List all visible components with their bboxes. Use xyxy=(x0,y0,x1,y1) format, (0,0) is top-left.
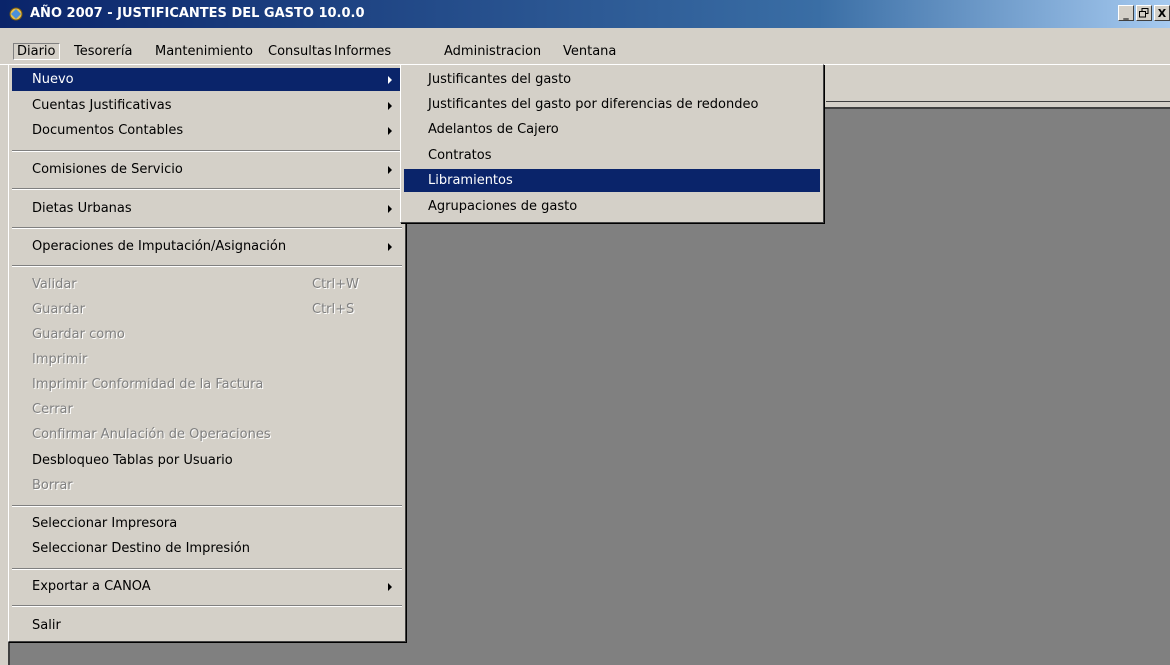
menu-item-label: Imprimir xyxy=(32,352,88,367)
submenu-arrow-icon xyxy=(388,102,392,110)
menu-item-confirmar-anulacion[interactable]: Confirmar Anulación de Operaciones xyxy=(12,423,402,446)
menu-bar: Diario Tesorería Mantenimiento Consultas… xyxy=(0,28,1170,65)
menu-item-label: Guardar xyxy=(32,302,85,317)
menu-item-documentos-contables[interactable]: Documentos Contables xyxy=(12,119,402,142)
menu-item-validar[interactable]: Validar Ctrl+W xyxy=(12,273,402,296)
submenu-arrow-icon xyxy=(388,583,392,591)
shortcut-label: Ctrl+S xyxy=(312,302,355,317)
title-bar: AÑO 2007 - JUSTIFICANTES DEL GASTO 10.0.… xyxy=(0,0,1170,28)
menu-item-exportar-canoa[interactable]: Exportar a CANOA xyxy=(12,575,402,598)
menu-item-label: Cuentas Justificativas xyxy=(32,98,172,113)
menu-diario[interactable]: Diario xyxy=(13,43,60,60)
menu-consultas[interactable]: Consultas xyxy=(264,43,336,60)
restore-icon xyxy=(1139,8,1149,18)
menu-item-imprimir-conformidad[interactable]: Imprimir Conformidad de la Factura xyxy=(12,373,402,396)
menu-item-label: Confirmar Anulación de Operaciones xyxy=(32,427,271,442)
menu-item-label: Borrar xyxy=(32,478,73,493)
shortcut-label: Ctrl+W xyxy=(312,277,359,292)
menu-separator xyxy=(12,505,402,507)
menu-item-label: Cerrar xyxy=(32,402,73,417)
submenu-arrow-icon xyxy=(388,127,392,135)
menu-separator xyxy=(12,150,402,152)
menu-item-label: Seleccionar Destino de Impresión xyxy=(32,541,250,556)
menu-item-label: Nuevo xyxy=(32,72,74,87)
menu-item-desbloqueo-tablas[interactable]: Desbloqueo Tablas por Usuario xyxy=(12,449,402,472)
submenu-item-libramientos[interactable]: Libramientos xyxy=(404,169,820,192)
window-controls: _ X xyxy=(1118,5,1170,23)
menu-item-seleccionar-destino[interactable]: Seleccionar Destino de Impresión xyxy=(12,537,402,560)
submenu-item-agrupaciones[interactable]: Agrupaciones de gasto xyxy=(404,195,820,218)
menu-item-label: Seleccionar Impresora xyxy=(32,516,178,531)
menu-item-dietas-urbanas[interactable]: Dietas Urbanas xyxy=(12,197,402,220)
menu-separator xyxy=(12,605,402,607)
menu-tesoreria[interactable]: Tesorería xyxy=(70,43,136,60)
submenu-arrow-icon xyxy=(388,166,392,174)
window-title: AÑO 2007 - JUSTIFICANTES DEL GASTO 10.0.… xyxy=(30,6,365,21)
menu-item-guardar[interactable]: Guardar Ctrl+S xyxy=(12,298,402,321)
nuevo-submenu: Justificantes del gasto Justificantes de… xyxy=(400,64,824,223)
menu-item-cuentas-justificativas[interactable]: Cuentas Justificativas xyxy=(12,94,402,117)
menu-separator xyxy=(12,227,402,229)
submenu-item-contratos[interactable]: Contratos xyxy=(404,144,820,167)
menu-item-operaciones-imputacion[interactable]: Operaciones de Imputación/Asignación xyxy=(12,235,402,258)
submenu-item-justificantes[interactable]: Justificantes del gasto xyxy=(404,68,820,91)
menu-informes[interactable]: Informes xyxy=(330,43,395,60)
submenu-item-justificantes-redondeo[interactable]: Justificantes del gasto por diferencias … xyxy=(404,93,820,116)
menu-separator xyxy=(12,188,402,190)
menu-item-cerrar[interactable]: Cerrar xyxy=(12,398,402,421)
menu-item-seleccionar-impresora[interactable]: Seleccionar Impresora xyxy=(12,512,402,535)
menu-item-label: Desbloqueo Tablas por Usuario xyxy=(32,453,233,468)
menu-item-label: Guardar como xyxy=(32,327,125,342)
menu-item-imprimir[interactable]: Imprimir xyxy=(12,348,402,371)
menu-item-label: Documentos Contables xyxy=(32,123,184,138)
menu-mantenimiento[interactable]: Mantenimiento xyxy=(151,43,257,60)
menu-separator xyxy=(12,265,402,267)
submenu-arrow-icon xyxy=(388,76,392,84)
menu-item-label: Exportar a CANOA xyxy=(32,579,151,594)
mdi-border xyxy=(826,101,1170,102)
diario-menu: Nuevo Cuentas Justificativas Documentos … xyxy=(8,64,406,642)
submenu-arrow-icon xyxy=(388,243,392,251)
menu-item-label: Dietas Urbanas xyxy=(32,201,132,216)
minimize-button[interactable]: _ xyxy=(1118,5,1134,21)
menu-administracion[interactable]: Administracion xyxy=(440,43,545,60)
close-button[interactable]: X xyxy=(1154,5,1170,21)
menu-item-label: Comisiones de Servicio xyxy=(32,162,183,177)
menu-item-salir[interactable]: Salir xyxy=(12,614,402,637)
menu-item-borrar[interactable]: Borrar xyxy=(12,474,402,497)
menu-ventana[interactable]: Ventana xyxy=(559,43,620,60)
menu-item-nuevo[interactable]: Nuevo xyxy=(12,68,402,91)
app-icon xyxy=(9,7,23,21)
menu-item-comisiones-de-servicio[interactable]: Comisiones de Servicio xyxy=(12,158,402,181)
submenu-arrow-icon xyxy=(388,205,392,213)
menu-item-label: Salir xyxy=(32,618,61,633)
menu-item-label: Operaciones de Imputación/Asignación xyxy=(32,239,287,254)
menu-item-guardar-como[interactable]: Guardar como xyxy=(12,323,402,346)
menu-item-label: Validar xyxy=(32,277,77,292)
submenu-item-adelantos-cajero[interactable]: Adelantos de Cajero xyxy=(404,118,820,141)
restore-button[interactable] xyxy=(1136,5,1152,21)
menu-separator xyxy=(12,568,402,570)
menu-item-label: Imprimir Conformidad de la Factura xyxy=(32,377,264,392)
